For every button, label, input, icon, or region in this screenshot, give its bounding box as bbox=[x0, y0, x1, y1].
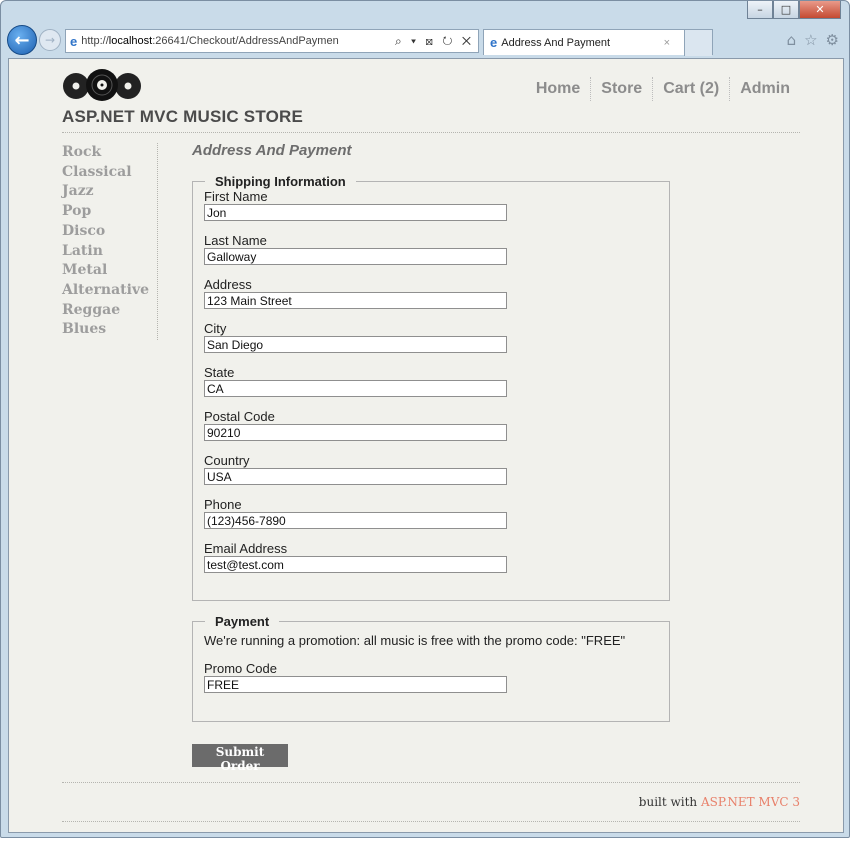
postal-code-field[interactable] bbox=[204, 424, 507, 441]
payment-fieldset: Payment We're running a promotion: all m… bbox=[192, 614, 670, 722]
nav-admin[interactable]: Admin bbox=[729, 77, 800, 101]
address-group: Address bbox=[204, 277, 669, 309]
phone-field[interactable] bbox=[204, 512, 507, 529]
first-name-group: First Name bbox=[204, 189, 669, 221]
site-title[interactable]: ASP.NET MVC MUSIC STORE bbox=[62, 107, 303, 127]
browser-icons: ⌂ ☆ ⚙ bbox=[787, 31, 839, 49]
sidebar-item-disco[interactable]: Disco bbox=[62, 222, 157, 242]
footer-divider-top bbox=[62, 782, 800, 783]
vinyl-records-logo bbox=[63, 69, 141, 101]
url-host: localhost bbox=[108, 35, 153, 47]
star-icon[interactable]: ☆ bbox=[804, 31, 817, 49]
first-name-label: First Name bbox=[204, 189, 268, 204]
sidebar-item-classical[interactable]: Classical bbox=[62, 163, 157, 183]
sidebar-item-blues[interactable]: Blues bbox=[62, 320, 157, 340]
gear-icon[interactable]: ⚙ bbox=[826, 31, 839, 49]
promo-message: We're running a promotion: all music is … bbox=[204, 633, 626, 648]
tab-title: Address And Payment bbox=[501, 36, 611, 49]
window-controls: – □ ✕ bbox=[747, 1, 841, 19]
sidebar-item-rock[interactable]: Rock bbox=[62, 143, 157, 163]
header-divider bbox=[62, 132, 800, 133]
submit-order-button[interactable]: Submit Order bbox=[192, 744, 288, 773]
url-path: :26641/Checkout/AddressAndPaymen bbox=[152, 35, 339, 47]
last-name-field[interactable] bbox=[204, 248, 507, 265]
promo-code-label: Promo Code bbox=[204, 661, 277, 676]
maximize-button[interactable]: □ bbox=[773, 1, 799, 19]
email-field[interactable] bbox=[204, 556, 507, 573]
address-label: Address bbox=[204, 277, 252, 292]
phone-label: Phone bbox=[204, 497, 242, 512]
browser-toolbar: ← → e http:// localhost :26641/Checkout/… bbox=[1, 25, 849, 57]
footer-text: built with bbox=[638, 795, 701, 809]
genre-sidebar: Rock Classical Jazz Pop Disco Latin Meta… bbox=[62, 143, 158, 340]
promo-code-field[interactable] bbox=[204, 676, 507, 693]
main-content: Address And Payment bbox=[192, 142, 792, 159]
state-field[interactable] bbox=[204, 380, 507, 397]
arrow-right-icon: → bbox=[44, 33, 56, 47]
close-window-button[interactable]: ✕ bbox=[799, 1, 841, 19]
country-field[interactable] bbox=[204, 468, 507, 485]
address-bar-controls[interactable]: ⌕ ▾ ⊠ ↻ ✕ bbox=[395, 34, 478, 49]
nav-store[interactable]: Store bbox=[590, 77, 652, 101]
country-label: Country bbox=[204, 453, 250, 468]
state-group: State bbox=[204, 365, 669, 397]
city-label: City bbox=[204, 321, 227, 336]
footer-brand-link[interactable]: ASP.NET MVC 3 bbox=[701, 795, 800, 809]
arrow-left-icon: ← bbox=[14, 29, 30, 51]
sidebar-item-pop[interactable]: Pop bbox=[62, 202, 157, 222]
ie-logo-icon: e bbox=[70, 33, 78, 49]
ie-logo-icon: e bbox=[490, 35, 498, 50]
city-field[interactable] bbox=[204, 336, 507, 353]
state-label: State bbox=[204, 365, 235, 380]
sidebar-item-latin[interactable]: Latin bbox=[62, 242, 157, 262]
city-group: City bbox=[204, 321, 669, 353]
email-label: Email Address bbox=[204, 541, 288, 556]
page-viewport: ASP.NET MVC MUSIC STORE Home Store Cart … bbox=[8, 58, 844, 833]
footer: built with ASP.NET MVC 3 bbox=[639, 795, 800, 809]
promo-code-group: Promo Code bbox=[204, 661, 669, 693]
postal-code-label: Postal Code bbox=[204, 409, 275, 424]
shipping-legend: Shipping Information bbox=[215, 174, 346, 189]
nav-cart[interactable]: Cart (2) bbox=[652, 77, 729, 101]
browser-window: – □ ✕ ← → e http:// localhost :26641/Che… bbox=[0, 0, 850, 838]
shipping-fieldset: Shipping Information First Name Last Nam… bbox=[192, 174, 670, 601]
payment-legend: Payment bbox=[215, 614, 270, 629]
nav-home[interactable]: Home bbox=[526, 77, 590, 101]
sidebar-item-metal[interactable]: Metal bbox=[62, 261, 157, 281]
url-prefix: http:// bbox=[81, 35, 109, 47]
postal-code-group: Postal Code bbox=[204, 409, 669, 441]
home-icon[interactable]: ⌂ bbox=[787, 31, 797, 49]
new-tab-button[interactable] bbox=[684, 30, 712, 56]
sidebar-item-alternative[interactable]: Alternative bbox=[62, 281, 157, 301]
phone-group: Phone bbox=[204, 497, 669, 529]
page-title: Address And Payment bbox=[192, 142, 352, 159]
back-button[interactable]: ← bbox=[7, 25, 37, 55]
minimize-button[interactable]: – bbox=[747, 1, 773, 19]
last-name-group: Last Name bbox=[204, 233, 669, 265]
tab-close-icon[interactable]: × bbox=[664, 37, 670, 49]
tab-address-and-payment[interactable]: e Address And Payment × bbox=[483, 29, 713, 56]
sidebar-item-jazz[interactable]: Jazz bbox=[62, 182, 157, 202]
last-name-label: Last Name bbox=[204, 233, 267, 248]
address-field[interactable] bbox=[204, 292, 507, 309]
first-name-field[interactable] bbox=[204, 204, 507, 221]
sidebar-item-reggae[interactable]: Reggae bbox=[62, 301, 157, 321]
forward-button[interactable]: → bbox=[39, 29, 61, 51]
footer-divider-bottom bbox=[62, 821, 800, 822]
top-nav: Home Store Cart (2) Admin bbox=[526, 77, 800, 101]
country-group: Country bbox=[204, 453, 669, 485]
address-bar[interactable]: e http:// localhost :26641/Checkout/Addr… bbox=[65, 29, 479, 53]
email-group: Email Address bbox=[204, 541, 669, 573]
